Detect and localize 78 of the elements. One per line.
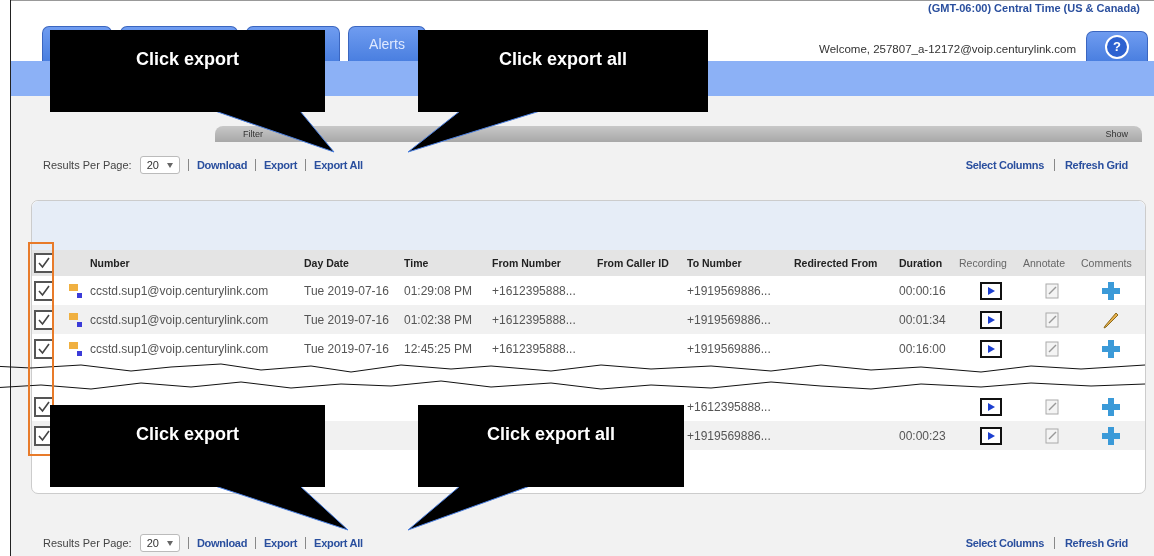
table-cell: 00:00:16 [899, 283, 946, 298]
flag-icon [69, 312, 83, 327]
column-header[interactable]: Duration [899, 257, 959, 269]
timezone-text: (GMT-06:00) Central Time (US & Canada) [928, 2, 1140, 14]
plus-icon[interactable] [1101, 280, 1121, 301]
table-row[interactable]: ccstd.sup1@voip.centurylink.com Tue 2019-07-16 01:02:38 PM +1612395888... +1919569886... 00:01:34 [32, 305, 1145, 334]
column-header[interactable]: Redirected From [794, 257, 899, 269]
column-header[interactable]: Comments [1081, 257, 1141, 269]
toolbar-link[interactable]: Export [264, 537, 298, 549]
table-cell: 00:16:00 [899, 341, 946, 356]
page-size-select[interactable]: 20 [139, 156, 180, 174]
table-cell: 12:45:25 PM [404, 341, 473, 356]
results-per-page-label: Results Per Page: [43, 159, 132, 171]
column-header[interactable]: From Number [492, 257, 597, 269]
table-cell: ccstd.sup1@voip.centurylink.com [90, 283, 269, 298]
table-cell: 01:02:38 PM [404, 312, 473, 327]
table-cell: +1919569886... [687, 341, 771, 356]
table-cell: +1612395888... [687, 399, 771, 414]
note-icon[interactable] [1045, 340, 1059, 357]
table-cell: Tue 2019-07-16 [304, 312, 389, 327]
filter-label: Filter [243, 129, 263, 139]
table-cell: +1919569886... [687, 283, 771, 298]
column-header[interactable]: To Number [687, 257, 794, 269]
note-icon[interactable] [1045, 398, 1059, 415]
welcome-text: Welcome, 257807_a-12172@voip.centurylink.com [819, 43, 1076, 55]
toolbar-link[interactable]: Select Columns [965, 159, 1044, 171]
row-checkbox[interactable] [34, 338, 54, 359]
column-header[interactable]: Number [90, 257, 304, 269]
table-cell: +1919569886... [687, 312, 771, 327]
play-icon[interactable] [980, 426, 1002, 445]
toolbar-link[interactable]: Download [196, 537, 248, 549]
table-cell: +1612395888... [492, 283, 576, 298]
results-per-page-label: Results Per Page: [43, 537, 132, 549]
toolbar-link[interactable]: Export All [314, 159, 363, 171]
show-toggle[interactable]: Show [1105, 129, 1128, 139]
callout-tooltip: Click export all [407, 30, 708, 153]
toolbar-link[interactable]: Download [196, 159, 248, 171]
table-cell: +1612395888... [492, 312, 576, 327]
toolbar-link[interactable]: Export All [314, 537, 363, 549]
table-cell: 00:01:34 [899, 312, 946, 327]
toolbar-link[interactable]: Refresh Grid [1064, 159, 1128, 171]
toolbar-link[interactable]: Refresh Grid [1064, 537, 1128, 549]
table-cell: 00:00:23 [899, 428, 946, 443]
table-cell: Tue 2019-07-16 [304, 341, 389, 356]
column-header[interactable]: Day Date [304, 257, 404, 269]
note-icon[interactable] [1045, 427, 1059, 444]
plus-icon[interactable] [1101, 425, 1121, 446]
play-icon[interactable] [980, 339, 1002, 358]
filter-bar[interactable]: Filter Show [215, 126, 1142, 142]
table-cell: ccstd.sup1@voip.centurylink.com [90, 341, 269, 356]
play-icon[interactable] [980, 281, 1002, 300]
flag-icon [69, 283, 83, 298]
plus-icon[interactable] [1101, 338, 1121, 359]
table-cell: 01:29:08 PM [404, 283, 473, 298]
play-icon[interactable] [980, 310, 1002, 329]
toolbar-link[interactable]: Select Columns [965, 537, 1044, 549]
note-icon[interactable] [1045, 282, 1059, 299]
toolbar-link[interactable]: Export [264, 159, 298, 171]
column-header[interactable]: Annotate [1023, 257, 1081, 269]
pencil-icon[interactable] [1102, 310, 1120, 329]
table-cell: Tue 2019-07-16 [304, 283, 389, 298]
play-icon[interactable] [980, 397, 1002, 416]
plus-icon[interactable] [1101, 396, 1121, 417]
note-icon[interactable] [1045, 311, 1059, 328]
page-size-select[interactable]: 20 [139, 534, 180, 552]
help-button[interactable]: ? [1086, 31, 1148, 61]
flag-icon [69, 341, 83, 356]
column-header[interactable]: From Caller ID [597, 257, 687, 269]
select-all-checkbox[interactable] [34, 253, 54, 273]
row-checkbox[interactable] [34, 309, 54, 330]
table-cell: ccstd.sup1@voip.centurylink.com [90, 312, 269, 327]
table-cell: +1612395888... [492, 341, 576, 356]
row-checkbox[interactable] [34, 280, 54, 301]
callout-tooltip: Click export all [407, 405, 684, 531]
column-header[interactable]: Recording [959, 257, 1023, 269]
column-header[interactable]: Time [404, 257, 492, 269]
callout-tooltip: Click export [50, 405, 349, 531]
table-cell: +1919569886... [687, 428, 771, 443]
